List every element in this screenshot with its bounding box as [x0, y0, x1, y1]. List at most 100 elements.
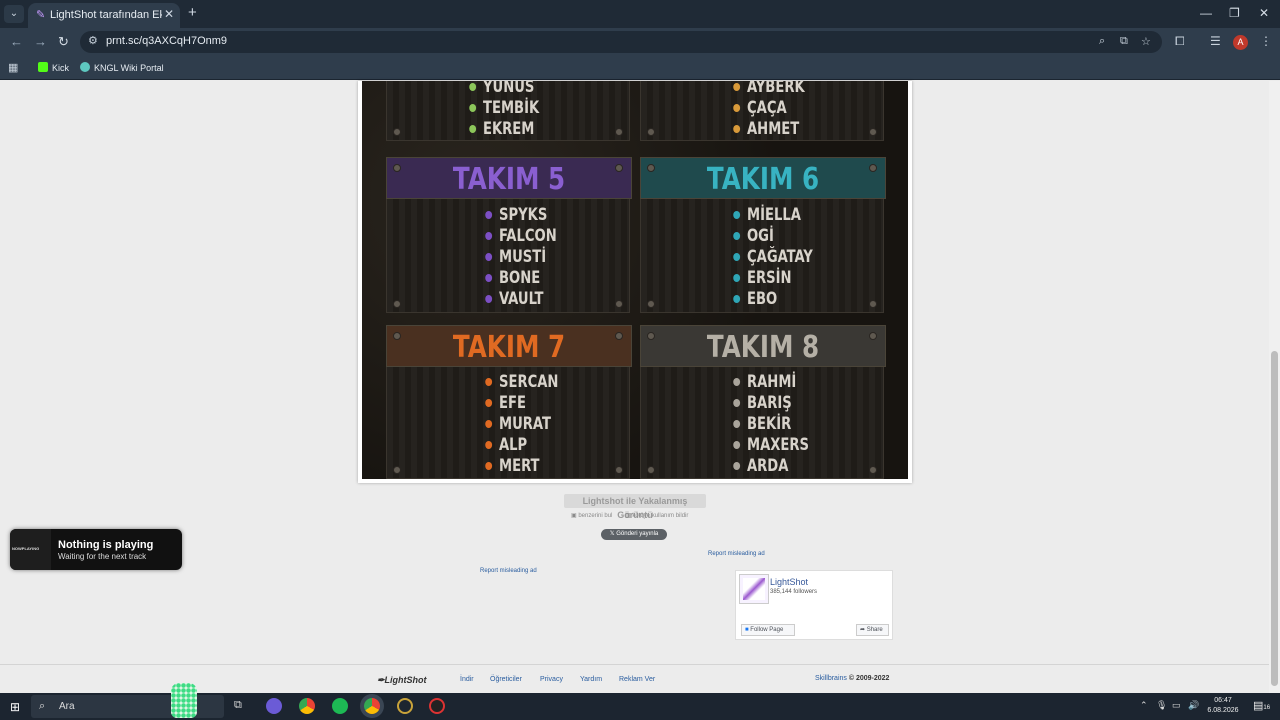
skillbrains-link[interactable]: Skillbrains: [815, 675, 847, 682]
post-to-x-button[interactable]: 𝕏 Gönderi yayınla: [601, 529, 667, 540]
bookmark-kick[interactable]: Kick: [38, 62, 69, 73]
league-icon[interactable]: [397, 698, 413, 714]
player: BONE: [485, 268, 557, 289]
now-playing-widget[interactable]: NOWPLAYING Nothing is playing Waiting fo…: [10, 529, 182, 570]
player: ALP: [485, 435, 558, 456]
team-panel-4: AYBERK ÇAÇA AHMET: [640, 81, 884, 141]
footer-link-privacy[interactable]: Privacy: [540, 676, 563, 683]
player: ARDA: [733, 456, 809, 477]
page-scrollbar[interactable]: [1269, 81, 1280, 693]
facebook-page-widget: LightShot 385,144 followers ■ Follow Pag…: [735, 570, 893, 640]
bookmark-star-icon[interactable]: ☆: [1141, 35, 1151, 48]
player: EBO: [733, 289, 813, 310]
tab-search-button[interactable]: ⌄: [4, 5, 24, 23]
share-button[interactable]: ➦ Share: [856, 624, 889, 636]
team-panel-5: TAKIM 5 SPYKS FALCON MUSTİ BONE VAULT: [386, 157, 632, 313]
profile-avatar[interactable]: A: [1233, 35, 1248, 50]
close-tab-icon[interactable]: ✕: [164, 7, 174, 21]
kick-icon: [38, 62, 48, 72]
scroll-thumb[interactable]: [1271, 351, 1278, 686]
now-playing-title: Nothing is playing: [58, 539, 154, 551]
notification-icon[interactable]: ▤16: [1253, 699, 1270, 712]
taskbar-search[interactable]: ⌕ Ara: [31, 683, 224, 718]
address-bar[interactable]: ⚙ prnt.sc/q3AXCqH7Onm9 ⌕ ⧉ ☆: [80, 31, 1162, 53]
new-tab-button[interactable]: +: [188, 4, 197, 21]
player: ERSİN: [733, 268, 813, 289]
player: MİELLA: [733, 205, 813, 226]
team-banner: TAKIM 6: [640, 157, 886, 199]
player: VAULT: [485, 289, 557, 310]
footer-link-download[interactable]: İndir: [460, 676, 474, 683]
capture-caption: Lightshot ile Yakalanmış Görüntü: [564, 494, 706, 520]
spotify-icon[interactable]: [332, 698, 348, 714]
kngl-icon: [80, 62, 90, 72]
bookmark-kngl[interactable]: KNGL Wiki Portal: [80, 62, 164, 73]
rivet: [393, 128, 401, 136]
team-5-players: SPYKS FALCON MUSTİ BONE VAULT: [485, 205, 566, 310]
taskbar-clock[interactable]: 06:47 6.08.2026: [1205, 696, 1241, 716]
footer-link-tutorials[interactable]: Öğreticiler: [490, 676, 522, 683]
restore-icon[interactable]: ❐: [1229, 6, 1240, 20]
team-panel-7: TAKIM 7 SERCAN EFE MURAT ALP MERT: [386, 325, 632, 479]
player: ÇAÇA: [733, 98, 805, 119]
close-window-icon[interactable]: ✕: [1259, 6, 1269, 20]
find-similar-link[interactable]: ▣ benzerini bul: [571, 512, 612, 519]
team-panel-6: TAKIM 6 MİELLA OGİ ÇAĞATAY ERSİN EBO: [640, 157, 886, 313]
menu-icon[interactable]: ⋮: [1260, 34, 1272, 48]
lightshot-footer-logo[interactable]: ✒LightShot: [377, 675, 427, 686]
report-ad-link-right[interactable]: Report misleading ad: [708, 551, 765, 557]
player: MUSTİ: [485, 247, 557, 268]
install-app-icon[interactable]: ⧉: [1120, 35, 1128, 48]
site-info-icon[interactable]: ⚙: [88, 34, 98, 47]
team-7-players: SERCAN EFE MURAT ALP MERT: [485, 372, 568, 477]
minimize-icon[interactable]: —: [1200, 6, 1212, 20]
follow-page-button[interactable]: ■ Follow Page: [741, 624, 795, 636]
discord-icon[interactable]: [266, 698, 282, 714]
team-panel-3: YUNUS TEMBİK EKREM: [386, 81, 630, 141]
app-icon[interactable]: [429, 698, 445, 714]
footer-link-advertise[interactable]: Reklam Ver: [619, 676, 655, 683]
chrome-icon[interactable]: [299, 698, 315, 714]
lightshot-feather-icon: ✎: [36, 9, 46, 21]
apps-grid-icon[interactable]: ▦: [8, 61, 18, 74]
network-icon[interactable]: ▭: [1172, 700, 1181, 711]
task-view-icon[interactable]: ⧉: [234, 699, 242, 712]
player: MAXERS: [733, 435, 809, 456]
footer-link-help[interactable]: Yardım: [580, 676, 602, 683]
url-text: prnt.sc/q3AXCqH7Onm9: [106, 35, 228, 47]
reload-icon[interactable]: ↻: [58, 34, 69, 50]
feather-icon: ✒: [377, 675, 385, 685]
team-banner: TAKIM 8: [640, 325, 886, 367]
team-title: TAKIM 8: [706, 330, 820, 365]
back-icon[interactable]: ←: [10, 34, 23, 49]
fb-page-name[interactable]: LightShot: [770, 577, 808, 587]
player: BARIŞ: [733, 393, 809, 414]
player: MERT: [485, 456, 558, 477]
browser-toolbar: ← → ↻ ⚙ prnt.sc/q3AXCqH7Onm9 ⌕ ⧉ ☆ ⧠ ☰ ⋮: [0, 28, 1280, 56]
share-icon: ➦: [860, 627, 867, 633]
album-art: NOWPLAYING: [10, 529, 51, 570]
microphone-icon[interactable]: 🎙: [1156, 700, 1167, 711]
team-4-players: AYBERK ÇAÇA AHMET: [733, 81, 814, 140]
windows-start-icon[interactable]: ⊞: [10, 700, 20, 714]
rivet: [647, 128, 655, 136]
player: SPYKS: [485, 205, 557, 226]
forward-icon[interactable]: →: [34, 34, 47, 49]
lightshot-logo-icon[interactable]: [739, 574, 769, 604]
rivet: [869, 128, 877, 136]
team-title: TAKIM 7: [452, 330, 566, 365]
report-ad-link-left[interactable]: Report misleading ad: [480, 568, 537, 574]
tray-chevron-icon[interactable]: ⌃: [1140, 700, 1148, 711]
player: RAHMİ: [733, 372, 809, 393]
page-content: YUNUS TEMBİK EKREM AYBERK ÇAÇA AHMET TAK…: [0, 81, 1269, 693]
zoom-icon[interactable]: ⌕: [1099, 35, 1105, 48]
reading-list-icon[interactable]: ☰: [1210, 34, 1221, 48]
extensions-icon[interactable]: ⧠: [1175, 34, 1185, 49]
report-abuse-link[interactable]: ▥ kötüye kullanım bildir: [625, 512, 688, 519]
fb-followers: 385,144 followers: [770, 589, 818, 595]
chrome-active-icon[interactable]: [364, 698, 380, 714]
player: AYBERK: [733, 81, 805, 98]
volume-icon[interactable]: 🔊: [1188, 700, 1199, 711]
tab-bar: ⌄ ✎ LightShot tarafından Ekran Görüntüsü…: [0, 0, 1280, 28]
browser-tab[interactable]: ✎ LightShot tarafından Ekran Görüntüsü ✕: [28, 3, 180, 28]
